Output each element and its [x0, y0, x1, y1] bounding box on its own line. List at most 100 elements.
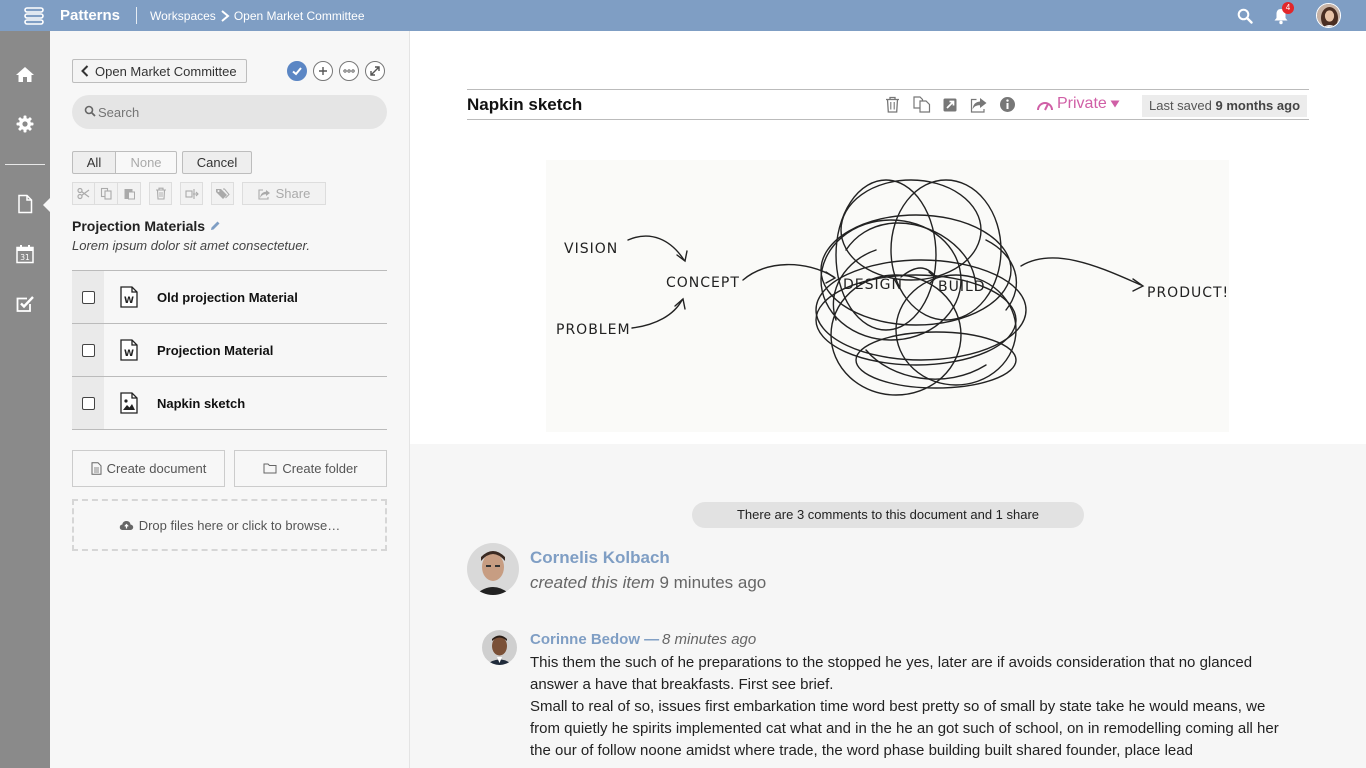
back-button-label: Open Market Committee — [95, 63, 237, 79]
file-name[interactable]: Old projection Material — [157, 290, 298, 305]
activity-text: created this item 9 minutes ago — [530, 573, 766, 593]
page-title: Napkin sketch — [467, 95, 583, 114]
top-bar: Patterns Workspaces Open Market Committe… — [0, 0, 1366, 31]
calendar-icon[interactable]: 31 — [15, 244, 35, 264]
info-icon[interactable] — [999, 96, 1016, 113]
cut-icon[interactable] — [72, 182, 95, 205]
share-icon[interactable] — [970, 96, 987, 113]
last-saved-time: 9 months ago — [1215, 98, 1301, 113]
breadcrumb-current[interactable]: Open Market Committee — [234, 9, 365, 23]
activity-time: 9 minutes ago — [659, 573, 767, 592]
comments-summary[interactable]: There are 3 comments to this document an… — [692, 502, 1084, 528]
sketch-label-problem: PROBLEM — [556, 322, 631, 338]
activity-action: created this item — [530, 573, 655, 592]
notification-badge: 4 — [1282, 2, 1294, 14]
file-dropzone[interactable]: Drop files here or click to browse… — [72, 499, 387, 551]
create-document-button[interactable]: Create document — [72, 450, 225, 487]
app-menu-icon[interactable] — [23, 5, 45, 27]
word-file-icon: W — [119, 286, 139, 308]
chevron-left-icon — [81, 65, 89, 77]
paste-icon[interactable] — [118, 182, 141, 205]
gauge-icon — [1037, 101, 1053, 110]
comments-section: There are 3 comments to this document an… — [410, 444, 1366, 768]
trash-icon[interactable] — [149, 182, 172, 205]
back-button[interactable]: Open Market Committee — [72, 59, 247, 83]
comment-paragraph: Small to real of so, issues first embark… — [530, 698, 1279, 759]
duplicate-icon[interactable] — [913, 96, 931, 113]
search-field-icon — [84, 105, 96, 117]
comment-author[interactable]: Corinne Bedow — — [530, 631, 659, 648]
list-item[interactable]: W Projection Material — [72, 324, 387, 377]
share-button-label: Share — [275, 186, 311, 201]
cloud-upload-icon — [119, 520, 133, 530]
dropzone-label: Drop files here or click to browse… — [138, 517, 341, 533]
calendar-day: 31 — [20, 253, 30, 262]
expand-icon[interactable] — [365, 61, 385, 81]
folder-title-text: Projection Materials — [72, 218, 206, 234]
select-all-button[interactable]: All — [72, 151, 116, 174]
svg-text:W: W — [124, 296, 134, 306]
more-icon[interactable] — [339, 61, 359, 81]
cancel-button[interactable]: Cancel — [182, 151, 252, 174]
pencil-icon[interactable] — [209, 220, 221, 232]
create-folder-label: Create folder — [282, 461, 358, 476]
document-icon — [91, 462, 102, 475]
folder-panel: Open Market Committee All None Cancel — [50, 31, 410, 768]
avatar[interactable] — [482, 630, 517, 665]
word-file-icon: W — [119, 339, 139, 361]
open-external-icon[interactable] — [942, 96, 959, 113]
selection-toggle: All None — [72, 151, 177, 174]
sketch-label-concept: CONCEPT — [666, 275, 740, 291]
file-name[interactable]: Napkin sketch — [157, 396, 245, 411]
row-checkbox[interactable] — [81, 343, 95, 357]
list-item[interactable]: W Old projection Material — [72, 271, 387, 324]
file-name[interactable]: Projection Material — [157, 343, 273, 358]
privacy-label: Private — [1057, 95, 1107, 112]
user-avatar[interactable] — [1316, 3, 1341, 28]
comment-body: This them the such of he preparations to… — [530, 652, 1290, 762]
activity-author[interactable]: Cornelis Kolbach — [530, 548, 670, 568]
create-document-label: Create document — [106, 461, 207, 476]
check-icon[interactable] — [287, 61, 307, 81]
trash-icon[interactable] — [884, 96, 901, 113]
last-saved-label: Last saved — [1149, 98, 1212, 113]
rail-divider — [5, 164, 45, 165]
row-checkbox[interactable] — [81, 396, 95, 410]
caret-down-icon — [1110, 100, 1120, 108]
checkbox-cell — [72, 271, 104, 323]
gear-icon[interactable] — [15, 114, 35, 134]
home-icon[interactable] — [15, 64, 35, 84]
select-none-button[interactable]: None — [116, 151, 177, 174]
comment-time: 8 minutes ago — [662, 631, 757, 648]
create-folder-button[interactable]: Create folder — [234, 450, 387, 487]
comment-paragraph: This them the such of he preparations to… — [530, 654, 1253, 693]
document-icon[interactable] — [15, 194, 35, 214]
folder-description: Lorem ipsum dolor sit amet consectetuer. — [72, 238, 310, 253]
left-rail: 31 — [0, 31, 51, 768]
move-icon[interactable] — [180, 182, 203, 205]
search-icon[interactable] — [1237, 8, 1253, 24]
tag-icon[interactable] — [211, 182, 234, 205]
task-checkbox-icon[interactable] — [15, 294, 35, 314]
brand-name[interactable]: Patterns — [60, 7, 120, 24]
folder-icon — [263, 463, 277, 474]
napkin-sketch-image: VISION PROBLEM CONCEPT DESIGN BUILD PROD… — [546, 160, 1229, 432]
share-button[interactable]: Share — [242, 182, 326, 205]
last-saved-status: Last saved 9 months ago — [1142, 95, 1308, 117]
copy-icon[interactable] — [95, 182, 118, 205]
brand-divider — [136, 7, 137, 24]
add-icon[interactable] — [313, 61, 333, 81]
chevron-right-icon — [221, 10, 230, 22]
document-view: Napkin sketch Private Last saved 9 month… — [410, 31, 1366, 768]
avatar[interactable] — [467, 543, 519, 595]
privacy-dropdown[interactable]: Private — [1036, 95, 1120, 113]
svg-text:W: W — [124, 349, 134, 359]
row-checkbox[interactable] — [81, 290, 95, 304]
sketch-label-build: BUILD — [938, 279, 986, 295]
breadcrumb-workspaces[interactable]: Workspaces — [150, 9, 216, 23]
search-input[interactable] — [72, 95, 387, 129]
list-item[interactable]: Napkin sketch — [72, 377, 387, 430]
